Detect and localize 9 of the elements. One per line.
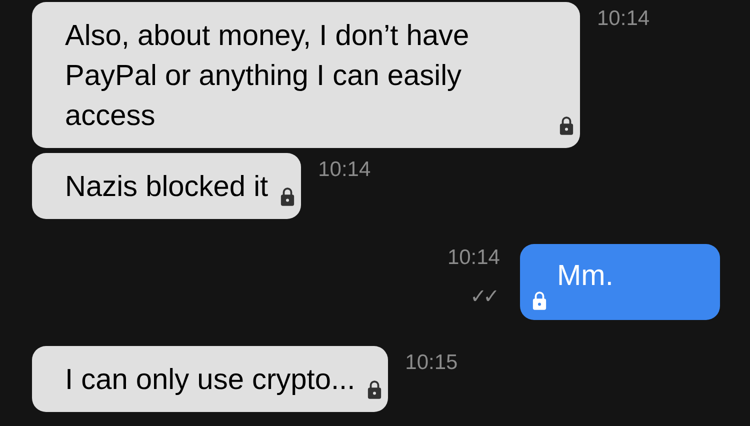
message-time: 10:14 [318, 158, 371, 182]
message-text: Also, about money, I don’t have PayPal or anything I can easily access [65, 19, 470, 134]
message-text: Mm. [557, 259, 614, 294]
read-receipt: ✓✓ [470, 285, 498, 309]
message-time: 10:14 [447, 246, 500, 270]
message-time: 10:15 [405, 351, 458, 375]
message-text: I can only use crypto... [65, 363, 356, 398]
message-time: 10:14 [597, 7, 650, 31]
message-text: Nazis blocked it [65, 170, 268, 205]
